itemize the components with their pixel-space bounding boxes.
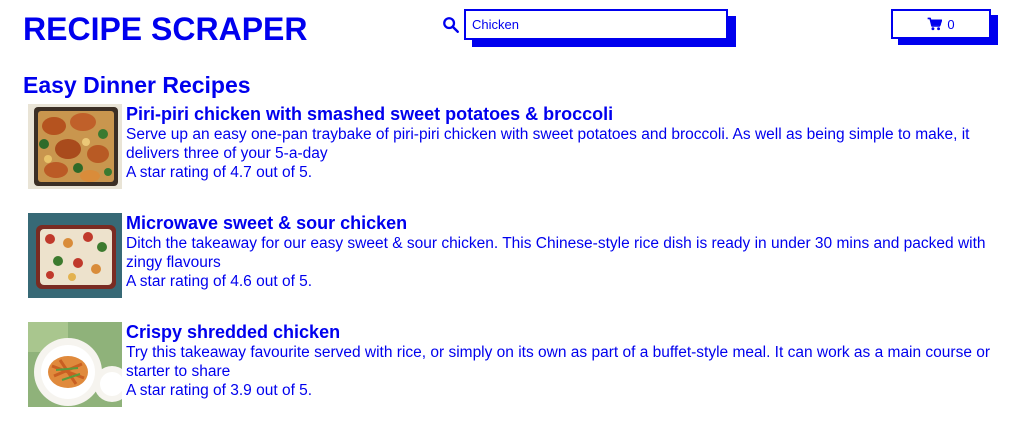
cart-count: 0 — [947, 16, 955, 32]
section-heading: Easy Dinner Recipes — [23, 72, 251, 98]
recipe-list: Piri-piri chicken with smashed sweet pot… — [28, 103, 998, 430]
search-icon[interactable] — [442, 16, 460, 34]
recipe-title-link[interactable]: Piri-piri chicken with smashed sweet pot… — [126, 103, 998, 125]
recipe-details: Crispy shredded chicken Try this takeawa… — [126, 321, 998, 400]
recipe-thumbnail-sweet-sour[interactable] — [28, 213, 122, 298]
recipe-details: Microwave sweet & sour chicken Ditch the… — [126, 212, 998, 291]
recipe-item: Crispy shredded chicken Try this takeawa… — [28, 321, 998, 430]
search-input[interactable] — [464, 9, 728, 40]
search-box — [464, 9, 736, 47]
recipe-thumbnail-crispy-shredded[interactable] — [28, 322, 122, 407]
recipe-description: Serve up an easy one-pan traybake of pir… — [126, 126, 970, 162]
recipe-item: Microwave sweet & sour chicken Ditch the… — [28, 212, 998, 321]
recipe-title-link[interactable]: Microwave sweet & sour chicken — [126, 212, 998, 234]
recipe-title-link[interactable]: Crispy shredded chicken — [126, 321, 998, 343]
recipe-description: Try this takeaway favourite served with … — [126, 344, 991, 380]
app-title: RECIPE SCRAPER — [23, 11, 308, 47]
recipe-rating: A star rating of 4.6 out of 5. — [126, 273, 313, 290]
recipe-item: Piri-piri chicken with smashed sweet pot… — [28, 103, 998, 212]
cart: 0 — [891, 9, 998, 45]
recipe-rating: A star rating of 4.7 out of 5. — [126, 164, 313, 181]
recipe-thumbnail-piri-piri[interactable] — [28, 104, 122, 189]
shopping-cart-icon — [928, 17, 943, 31]
app-header: RECIPE SCRAPER 0 — [0, 0, 1030, 60]
recipe-rating: A star rating of 3.9 out of 5. — [126, 382, 313, 399]
cart-button[interactable]: 0 — [891, 9, 991, 39]
recipe-description: Ditch the takeaway for our easy sweet & … — [126, 235, 986, 271]
recipe-details: Piri-piri chicken with smashed sweet pot… — [126, 103, 998, 182]
